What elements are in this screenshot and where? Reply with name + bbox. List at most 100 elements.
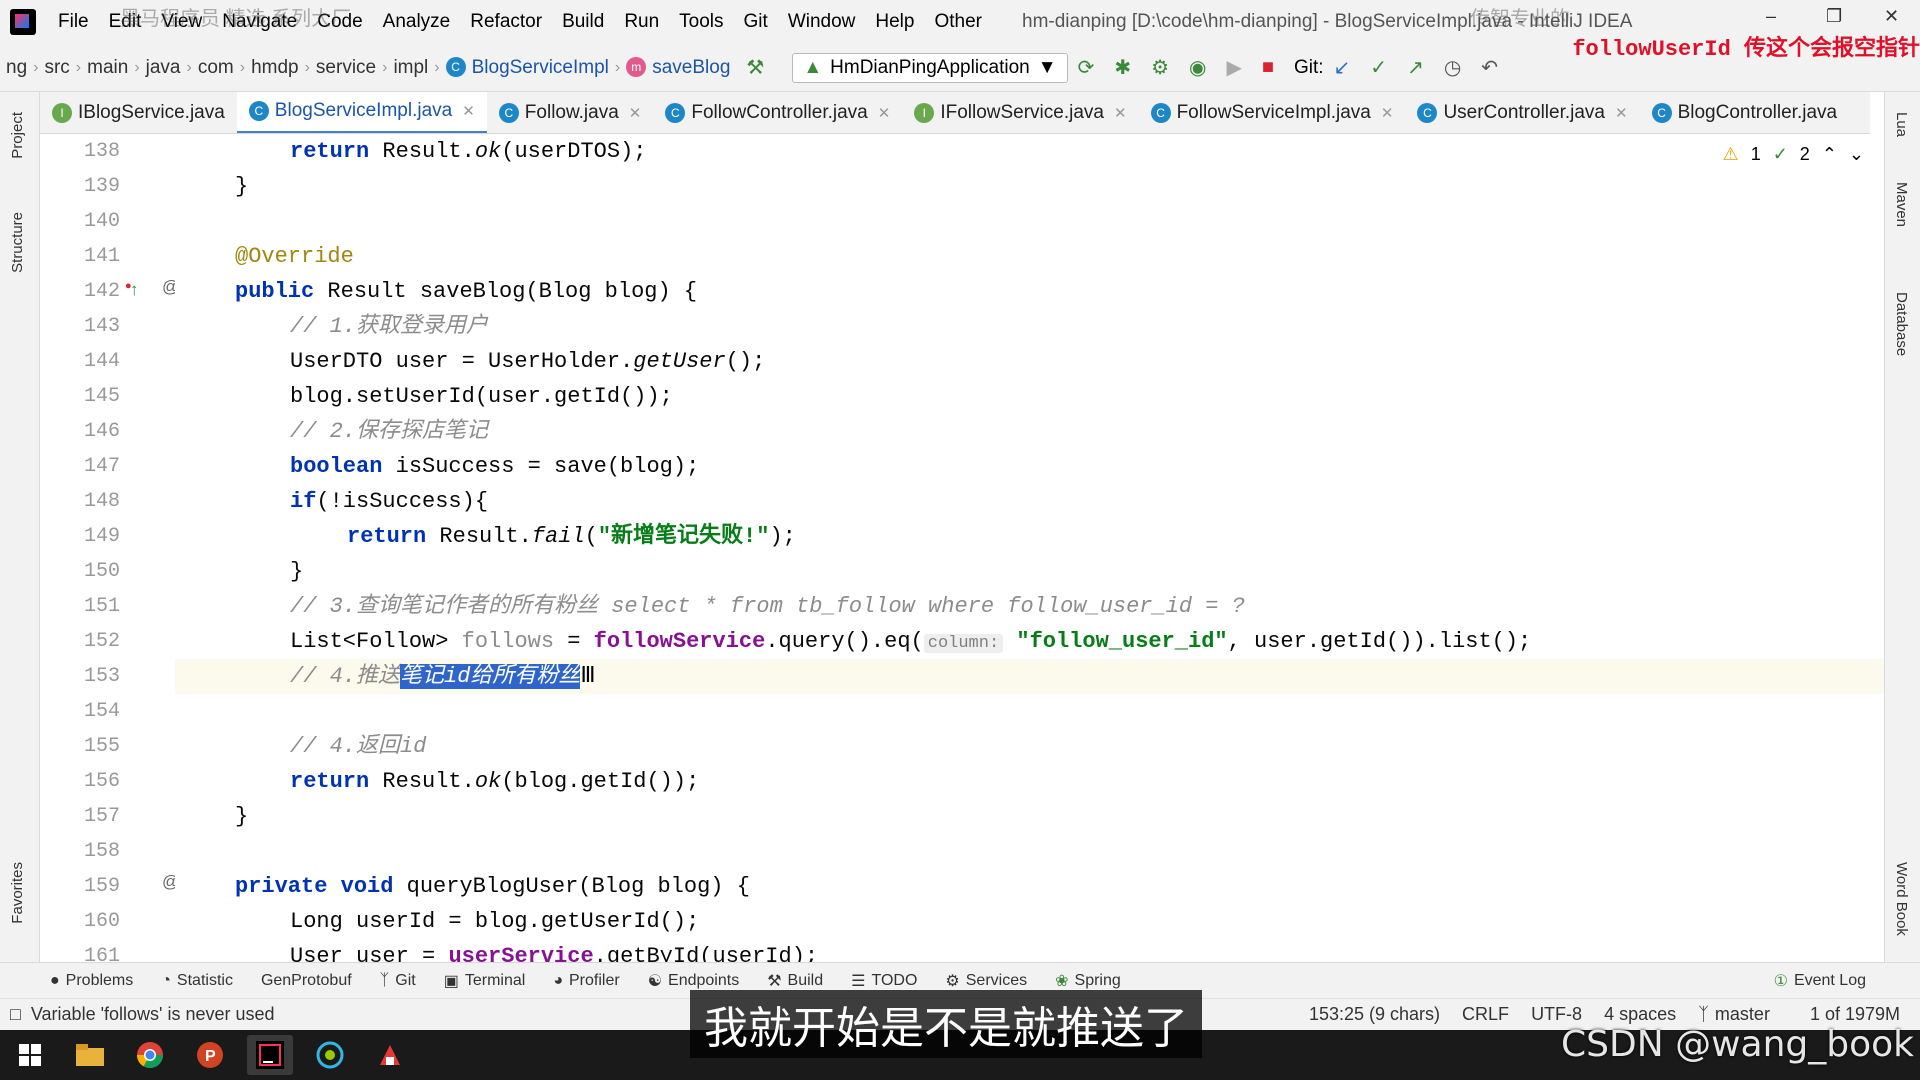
app-icon[interactable] [367,1035,413,1075]
menu-tools[interactable]: Tools [669,11,733,33]
tab-label: Spring [1074,971,1121,989]
git-branch[interactable]: master [1715,1004,1770,1025]
history-icon[interactable]: ◷ [1444,55,1461,80]
menu-git[interactable]: Git [734,11,778,33]
class-icon: C [1417,102,1438,123]
stop-icon[interactable]: ■ [1262,56,1274,79]
breadcrumb-item[interactable]: service [310,57,382,79]
tab-followcontroller[interactable]: C FollowController.java ✕ [653,92,902,133]
breadcrumb-class-label: BlogServiceImpl [471,56,609,78]
hammer-build-icon[interactable]: ⚒ [746,55,764,80]
endpoints-icon: ☯ [647,972,663,990]
tab-label: Profiler [569,971,620,989]
close-tab-icon[interactable]: ✕ [1615,104,1628,122]
restore-icon[interactable]: ❐ [1826,6,1842,27]
code-line-144: UserDTO user = UserHolder.getUser(); [175,344,765,379]
menu-build[interactable]: Build [552,11,614,33]
tab-followserviceimpl[interactable]: C FollowServiceImpl.java ✕ [1139,92,1406,133]
database-tool-button[interactable]: Database [1893,292,1910,356]
tab-iblogservice[interactable]: I IBlogService.java [40,92,237,133]
breadcrumb-method[interactable]: m saveBlog [620,57,736,79]
close-tab-icon[interactable]: ✕ [1381,104,1394,122]
maven-tool-button[interactable]: Maven [1893,182,1910,227]
menu-refactor[interactable]: Refactor [460,11,552,33]
intellij-taskbar-icon[interactable] [247,1035,293,1075]
problems-tab[interactable]: ● Problems [36,972,147,990]
profiler-icon: ◕ [553,971,563,989]
code-editor[interactable]: return Result.ok(userDTOS); } @Override … [175,134,1884,962]
coverage-icon[interactable]: ⚙ [1151,55,1169,80]
list-icon: ☰ [851,972,866,990]
git-update-icon[interactable]: ↙ [1334,55,1351,80]
run-icon[interactable]: ▶ [1226,55,1241,80]
line-number: 156 [83,770,120,793]
breadcrumb-item[interactable]: ng [0,57,33,79]
breadcrumb-item[interactable]: hmdp [245,57,305,79]
favorites-tool-button[interactable]: Favorites [9,862,26,924]
tab-ifollowservice[interactable]: I IFollowService.java ✕ [902,92,1138,133]
file-encoding[interactable]: UTF-8 [1531,1004,1582,1025]
powerpoint-icon[interactable]: P [187,1035,233,1075]
event-log-tab[interactable]: ① Event Log [1760,971,1880,991]
keyword: return [290,769,370,794]
breadcrumb-item[interactable]: java [140,57,187,79]
menu-analyze[interactable]: Analyze [373,11,461,33]
endpoints-tab[interactable]: ☯ Endpoints [634,971,754,991]
menu-help[interactable]: Help [865,11,924,33]
structure-tool-button[interactable]: Structure [9,212,26,273]
statistic-tab[interactable]: ◔ Statistic [147,972,247,990]
menu-file[interactable]: File [48,11,99,33]
lua-tool-button[interactable]: Lua [1893,112,1910,137]
close-tab-icon[interactable]: ✕ [462,102,475,120]
line-separator[interactable]: CRLF [1462,1004,1509,1025]
unused-variable: follows [461,629,555,654]
close-icon[interactable]: ✕ [1884,6,1899,27]
debug-icon[interactable]: ✱ [1114,55,1131,80]
git-commit-icon[interactable]: ✓ [1370,55,1387,80]
run-configuration-select[interactable]: ▲ HmDianPingApplication ▼ [792,52,1068,83]
close-tab-icon[interactable]: ✕ [1114,104,1127,122]
profile-icon[interactable]: ◉ [1189,55,1206,80]
profiler-tab[interactable]: ◕ Profiler [539,972,633,990]
genprotobuf-tab[interactable]: GenProtobuf [247,972,366,990]
close-tab-icon[interactable]: ✕ [878,104,891,122]
chevron-down-icon: ▼ [1037,56,1057,78]
tab-follow[interactable]: C Follow.java ✕ [487,92,654,133]
todo-tab[interactable]: ☰ TODO [837,971,931,991]
terminal-tab[interactable]: ▣ Terminal [430,971,540,991]
breadcrumb-item[interactable]: main [81,57,134,79]
minimize-icon[interactable]: – [1766,6,1776,27]
menu-run[interactable]: Run [614,11,669,33]
menu-window[interactable]: Window [778,11,866,33]
code-text: Result saveBlog(Blog blog) { [314,279,698,304]
git-label: Git: [1293,56,1324,78]
file-explorer-icon[interactable] [67,1035,113,1075]
tab-usercontroller[interactable]: C UserController.java ✕ [1405,92,1639,133]
git-tab[interactable]: ᛉ Git [366,972,430,990]
git-push-icon[interactable]: ↗ [1407,55,1424,80]
services-tab[interactable]: ⚙ Services [931,971,1041,991]
breadcrumb-item[interactable]: src [38,57,75,79]
project-tool-button[interactable]: Project [9,112,26,159]
chevron-up-icon[interactable]: ⌃ [1822,144,1837,165]
breadcrumb-item[interactable]: com [192,57,240,79]
caret-position[interactable]: 153:25 (9 chars) [1309,1004,1440,1025]
rerun-icon[interactable]: ⟳ [1078,55,1095,80]
memory-indicator[interactable]: 1 of 1979M [1810,1004,1900,1025]
breadcrumb-class[interactable]: C BlogServiceImpl [440,57,615,79]
browser-icon[interactable] [307,1035,353,1075]
build-tab[interactable]: ⚒ Build [753,971,837,991]
tab-blogcontroller[interactable]: C BlogController.java [1640,92,1849,133]
tab-blogserviceimpl[interactable]: C BlogServiceImpl.java ✕ [236,92,487,133]
windows-start-icon[interactable] [7,1035,53,1075]
spring-tab[interactable]: ❀ Spring [1041,971,1135,991]
menu-other[interactable]: Other [924,11,992,33]
chrome-icon[interactable] [127,1035,173,1075]
inspection-widget[interactable]: ⚠ 1 ✓ 2 ⌃ ⌄ [1723,144,1864,165]
close-tab-icon[interactable]: ✕ [629,104,642,122]
wordbook-tool-button[interactable]: Word Book [1893,862,1910,936]
chevron-down-icon[interactable]: ⌄ [1849,144,1864,165]
rollback-icon[interactable]: ↶ [1481,55,1498,80]
indent-setting[interactable]: 4 spaces [1604,1004,1676,1025]
breadcrumb-item[interactable]: impl [387,57,434,79]
